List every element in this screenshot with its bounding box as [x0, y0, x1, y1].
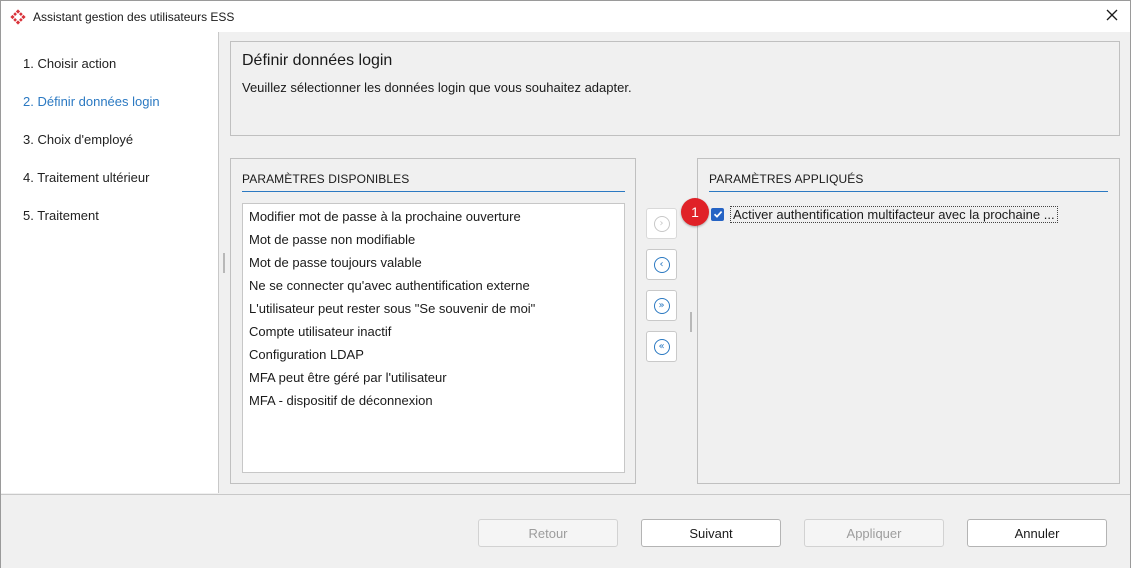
back-button[interactable]: Retour — [478, 519, 618, 547]
applied-parameters-heading: PARAMÈTRES APPLIQUÉS — [709, 172, 864, 186]
move-all-left-icon: « — [653, 338, 670, 355]
button-bar: Retour Suivant Appliquer Annuler — [1, 494, 1130, 568]
applied-parameter-label: Activer authentification multifacteur av… — [730, 205, 1058, 223]
list-item[interactable]: Compte utilisateur inactif — [249, 324, 391, 339]
move-left-button[interactable]: ‹ — [646, 249, 677, 280]
apply-button[interactable]: Appliquer — [804, 519, 944, 547]
page-title: Définir données login — [242, 52, 393, 69]
available-parameters-panel: PARAMÈTRES DISPONIBLES Modifier mot de p… — [230, 158, 636, 484]
panel-splitter[interactable] — [690, 312, 692, 332]
step-define-login-data[interactable]: 2. Définir données login — [23, 94, 160, 109]
step-processing[interactable]: 5. Traitement — [23, 208, 99, 223]
heading-divider — [242, 191, 625, 192]
step-further-processing[interactable]: 4. Traitement ultérieur — [23, 170, 149, 185]
next-button[interactable]: Suivant — [641, 519, 781, 547]
available-parameters-list[interactable]: Modifier mot de passe à la prochaine ouv… — [242, 203, 625, 473]
title-bar: Assistant gestion des utilisateurs ESS — [1, 1, 1130, 32]
move-all-left-button[interactable]: « — [646, 331, 677, 362]
move-left-icon: ‹ — [653, 256, 670, 273]
list-item[interactable]: Mot de passe non modifiable — [249, 232, 415, 247]
applied-parameters-panel: PARAMÈTRES APPLIQUÉS Activer authentific… — [697, 158, 1120, 484]
cancel-button[interactable]: Annuler — [967, 519, 1107, 547]
list-item[interactable]: MFA - dispositif de déconnexion — [249, 393, 433, 408]
window-title: Assistant gestion des utilisateurs ESS — [33, 10, 235, 24]
list-item[interactable]: Mot de passe toujours valable — [249, 255, 422, 270]
available-parameters-heading: PARAMÈTRES DISPONIBLES — [242, 172, 410, 186]
step-choose-action[interactable]: 1. Choisir action — [23, 56, 116, 71]
list-item[interactable]: Ne se connecter qu'avec authentification… — [249, 278, 530, 293]
move-all-right-icon: » — [653, 297, 670, 314]
heading-divider — [709, 191, 1108, 192]
page-instructions: Veuillez sélectionner les données login … — [242, 80, 632, 95]
wizard-steps-sidebar: 1. Choisir action 2. Définir données log… — [1, 32, 219, 493]
list-item[interactable]: L'utilisateur peut rester sous "Se souve… — [249, 301, 535, 316]
close-button[interactable] — [1100, 5, 1124, 27]
move-right-icon: › — [653, 215, 670, 232]
move-all-right-button[interactable]: » — [646, 290, 677, 321]
sidebar-splitter[interactable] — [223, 253, 225, 273]
step-choose-employee[interactable]: 3. Choix d'employé — [23, 132, 133, 147]
applied-parameter-checkbox[interactable] — [711, 207, 724, 221]
app-logo-icon — [10, 9, 26, 25]
list-item[interactable]: MFA peut être géré par l'utilisateur — [249, 370, 447, 385]
dialog-window: Assistant gestion des utilisateurs ESS 1… — [0, 0, 1131, 568]
list-item[interactable]: Configuration LDAP — [249, 347, 364, 362]
move-right-button[interactable]: › — [646, 208, 677, 239]
applied-parameter-item[interactable]: Activer authentification multifacteur av… — [711, 205, 1058, 223]
annotation-badge-1: 1 — [681, 198, 709, 226]
list-item[interactable]: Modifier mot de passe à la prochaine ouv… — [249, 209, 521, 224]
close-icon — [1106, 9, 1118, 24]
page-header: Définir données login Veuillez sélection… — [230, 41, 1120, 136]
checkmark-icon — [713, 211, 722, 218]
